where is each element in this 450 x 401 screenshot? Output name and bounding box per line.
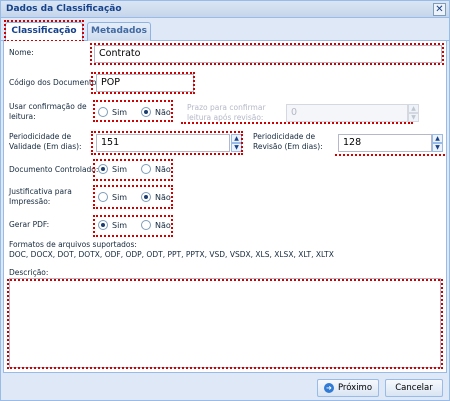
tab-metadados[interactable]: Metadados: [87, 22, 151, 41]
justificativa-label: Justificativa para Impressão:: [9, 187, 72, 206]
formatos-section: Formatos de arquivos suportados: DOC, DO…: [9, 240, 334, 260]
codigo-input[interactable]: POP: [96, 74, 194, 92]
validade-spinner[interactable]: ▲ ▼: [231, 134, 242, 152]
cancel-button[interactable]: Cancelar: [385, 379, 443, 397]
nome-label: Nome:: [9, 48, 34, 57]
descricao-label: Descrição:: [9, 268, 49, 277]
formatos-label: Formatos de arquivos suportados:: [9, 240, 137, 249]
justificativa-nao-radio[interactable]: Não: [141, 192, 171, 202]
classification-dialog: Dados da Classificação ✕ Classificação M…: [0, 0, 450, 401]
justificativa-sim-radio[interactable]: Sim: [98, 192, 127, 202]
controlado-nao-radio[interactable]: Não: [141, 164, 171, 174]
close-button[interactable]: ✕: [433, 3, 446, 16]
next-button[interactable]: ➜ Próximo: [317, 379, 379, 397]
nome-input[interactable]: Contrato: [94, 45, 442, 63]
pdf-label: Gerar PDF:: [9, 220, 50, 229]
next-label: Próximo: [337, 383, 373, 393]
controlado-sim-radio[interactable]: Sim: [98, 164, 127, 174]
confirmacao-label: Usar confirmação de leitura:: [9, 102, 87, 121]
dialog-title: Dados da Classificação: [6, 4, 122, 14]
dialog-titlebar: Dados da Classificação ✕: [1, 1, 449, 18]
tab-classificacao[interactable]: Classificação: [5, 22, 83, 42]
prazo-label: Prazo para confirmar leitura após revisã…: [187, 103, 266, 122]
arrow-right-icon: ➜: [323, 382, 334, 393]
revisao-input[interactable]: 128: [338, 134, 432, 152]
validade-label: Periodicidade de Validade (Em dias):: [9, 132, 82, 151]
close-icon: ✕: [435, 4, 444, 15]
tab-strip: Classificação Metadados: [1, 19, 449, 42]
pdf-sim-radio[interactable]: Sim: [98, 220, 127, 230]
formatos-value: DOC, DOCX, DOT, DOTX, ODF, ODP, ODT, PPT…: [9, 250, 334, 259]
confirmacao-nao-radio[interactable]: Não: [141, 107, 171, 117]
prazo-input: 0: [286, 104, 408, 122]
prazo-spinner: ▲ ▼: [408, 104, 419, 122]
revisao-label: Periodicidade de Revisão (Em dias):: [253, 132, 323, 151]
revisao-spinner[interactable]: ▲ ▼: [432, 134, 443, 152]
controlado-label: Documento Controlado:: [9, 165, 99, 174]
pdf-nao-radio[interactable]: Não: [141, 220, 171, 230]
codigo-label: Código dos Documentos:: [9, 78, 103, 87]
validade-input[interactable]: 151: [96, 134, 230, 152]
confirmacao-sim-radio[interactable]: Sim: [98, 107, 127, 117]
descricao-textarea[interactable]: [9, 278, 441, 368]
